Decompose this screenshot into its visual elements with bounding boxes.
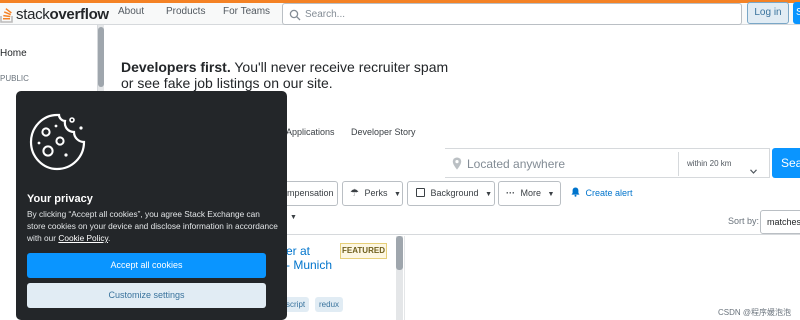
customize-settings-button[interactable]: Customize settings xyxy=(27,283,266,308)
distance-select[interactable]: within 20 km xyxy=(687,159,731,168)
filter-perks[interactable]: ☂ Perks ▼ xyxy=(342,181,403,206)
chevron-down-icon xyxy=(750,161,757,179)
signup-button[interactable]: S xyxy=(793,2,800,24)
caret-down-icon: ▼ xyxy=(394,191,401,198)
cookie-dialog-body: By clicking “Accept all cookies”, you ag… xyxy=(27,208,279,244)
location-pin-icon xyxy=(452,157,462,175)
filter-more[interactable]: ··· More ▼ xyxy=(498,181,561,206)
sidebar-scrollbar-thumb[interactable] xyxy=(98,27,104,87)
filter-background[interactable]: Background ▼ xyxy=(407,181,495,206)
watermark: CSDN @程序媛泡泡 xyxy=(718,308,792,317)
filter-perks-label: Perks xyxy=(364,188,388,198)
cookie-consent-dialog: Your privacy By clicking “Accept all coo… xyxy=(16,91,287,320)
create-alert-link[interactable]: Create alert xyxy=(571,187,633,198)
search-jobs-button[interactable]: Sear xyxy=(772,148,800,178)
hero-headline-bold: Developers first. xyxy=(121,59,231,75)
hero-headline-rest: You'll never receive recruiter spam xyxy=(230,59,449,75)
location-divider xyxy=(678,152,679,176)
filter-background-label: Background xyxy=(430,188,479,198)
logo-icon xyxy=(0,5,14,23)
search-icon xyxy=(289,8,301,26)
search-input[interactable]: Search... xyxy=(282,3,742,25)
tab-developer-story[interactable]: Developer Story xyxy=(351,127,416,137)
login-button[interactable]: Log in xyxy=(747,2,789,24)
nav-for-teams[interactable]: For Teams xyxy=(223,6,270,17)
job-title-line1[interactable]: er at xyxy=(286,244,310,258)
nav-about[interactable]: About xyxy=(118,6,144,17)
job-tag[interactable]: redux xyxy=(315,297,344,312)
sort-select[interactable]: matches xyxy=(760,210,800,234)
logo-text-overflow: overflow xyxy=(49,5,110,23)
hero-headline-line2: or see fake job listings on our site. xyxy=(121,75,333,91)
create-alert-label: Create alert xyxy=(585,188,633,198)
job-list-scrollbar-thumb[interactable] xyxy=(396,236,403,270)
bell-icon xyxy=(571,187,583,198)
briefcase-icon xyxy=(416,188,425,197)
job-title-line2[interactable]: - Munich xyxy=(286,258,332,272)
location-placeholder: Located anywhere xyxy=(467,157,566,171)
cookie-body-end: . xyxy=(108,233,111,243)
filter-compensation[interactable]: mpensation ▼ xyxy=(280,181,338,221)
search-placeholder: Search... xyxy=(305,9,346,20)
stackoverflow-logo[interactable]: stack overflow xyxy=(0,4,109,24)
caret-down-icon: ▼ xyxy=(547,191,555,198)
top-bar: stack overflow About Products For Teams S… xyxy=(0,0,800,25)
nav-products[interactable]: Products xyxy=(166,6,205,17)
filter-compensation-label: mpensation xyxy=(287,188,334,198)
cookie-icon xyxy=(26,111,88,178)
column-divider xyxy=(404,236,405,320)
cookie-policy-link[interactable]: Cookie Policy xyxy=(58,233,108,243)
hero-headline: Developers first. You'll never receive r… xyxy=(121,59,448,91)
sort-label: Sort by: xyxy=(728,216,760,226)
location-input[interactable]: Located anywhere within 20 km xyxy=(445,148,770,178)
perks-icon: ☂ xyxy=(350,188,359,199)
logo-text-stack: stack xyxy=(16,5,50,23)
filter-more-label: More xyxy=(520,188,542,198)
accept-all-cookies-button[interactable]: Accept all cookies xyxy=(27,253,266,278)
sidebar-item-home[interactable]: Home xyxy=(0,48,27,59)
caret-down-icon: ▼ xyxy=(485,191,493,198)
results-divider xyxy=(286,234,800,235)
cookie-dialog-title: Your privacy xyxy=(27,193,93,205)
sidebar-section-public: PUBLIC xyxy=(0,74,29,83)
caret-down-icon: ▼ xyxy=(290,214,297,221)
tab-applications[interactable]: Applications xyxy=(286,127,335,137)
ellipsis-icon: ··· xyxy=(506,188,515,198)
featured-badge: FEATURED xyxy=(340,243,387,259)
